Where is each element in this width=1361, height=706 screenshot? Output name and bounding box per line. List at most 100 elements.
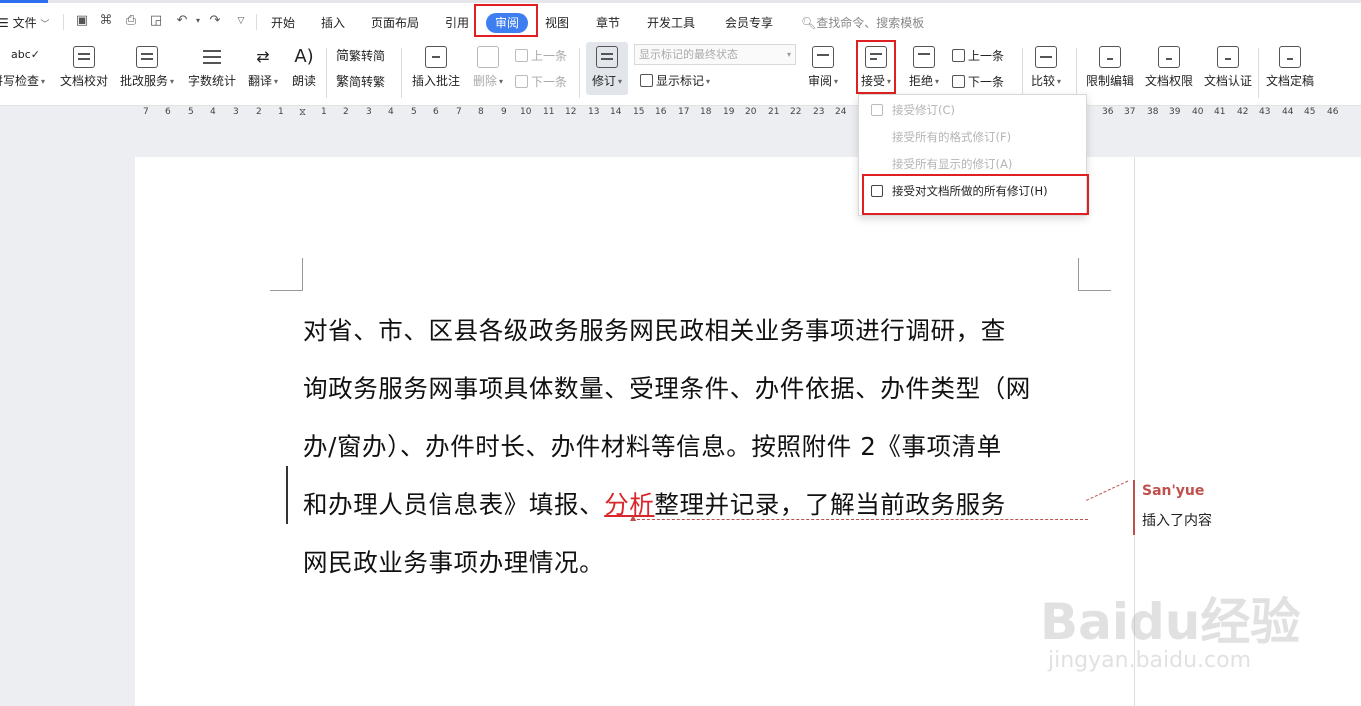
compare-button[interactable]: 比较 ▾ — [1028, 46, 1064, 89]
track-changes-text: 修订 — [591, 74, 616, 88]
indent-marker-icon[interactable]: ⧖ — [299, 107, 306, 118]
review-pane-icon — [812, 46, 834, 68]
ruler-tick: 4 — [210, 107, 216, 117]
baidu-watermark: Baidu经验 — [1040, 593, 1301, 651]
ruler-tick: 10 — [520, 107, 532, 117]
reject-icon — [913, 46, 935, 68]
horizontal-ruler[interactable]: 7 6 5 4 3 2 1 ⧖ 1 2 3 4 5 6 7 8 9 10 11 … — [0, 106, 1361, 120]
redo-icon[interactable]: ↷ — [207, 13, 223, 29]
trad-to-simp-button[interactable]: 简繁转简 — [336, 48, 385, 65]
restrict-edit-button[interactable]: 限制编辑 — [1084, 46, 1136, 88]
ruler-tick: 37 — [1124, 107, 1136, 117]
doc-proofread-label: 文档校对 — [59, 74, 108, 88]
undo-icon[interactable]: ↶ — [174, 13, 190, 29]
tab-sections[interactable]: 章节 — [596, 14, 620, 31]
tab-developer[interactable]: 开发工具 — [647, 14, 695, 31]
markup-state-select[interactable]: 显示标记的最终状态 ▾ — [634, 44, 796, 65]
divider — [326, 48, 327, 98]
tab-view[interactable]: 视图 — [545, 14, 569, 31]
accept-all-shown-label: 接受所有显示的修订(A) — [892, 157, 1013, 171]
review-pane-button[interactable]: 审阅 ▾ — [804, 46, 842, 89]
tab-home[interactable]: 开始 — [271, 14, 295, 31]
doc-permission-button[interactable]: 文档权限 — [1143, 46, 1195, 88]
search-icon: 🔍︎ — [801, 16, 817, 30]
baidu-watermark-url: jingyan.baidu.com — [1048, 648, 1252, 673]
ruler-tick: 3 — [366, 107, 372, 117]
accept-all-shown-item[interactable]: 接受所有显示的修订(A) — [863, 152, 1084, 176]
spell-check-button[interactable]: abc✓ 拼写检查▾ — [0, 46, 52, 89]
reject-button[interactable]: 拒绝 ▾ — [906, 46, 942, 89]
ruler-tick: 2 — [256, 107, 262, 117]
ruler-tick: 6 — [165, 107, 171, 117]
ruler-tick: 45 — [1304, 107, 1316, 117]
ruler-tick: 9 — [501, 107, 507, 117]
prev-change-label: 上一条 — [968, 49, 1005, 63]
insert-comment-button[interactable]: 插入批注 — [410, 46, 462, 88]
tab-page-layout[interactable]: 页面布局 — [371, 14, 419, 31]
doc-certify-label: 文档认证 — [1203, 74, 1252, 88]
divider — [1258, 48, 1259, 98]
prev-comment-button[interactable]: 上一条 — [515, 48, 567, 64]
doc-proofread-button[interactable]: 文档校对 — [58, 46, 110, 88]
divider — [256, 14, 257, 30]
document-body[interactable]: 对省、市、区县各级政务服务网民政相关业务事项进行调研，查 询政务服务网事项具体数… — [303, 302, 1093, 592]
format-painter-icon[interactable]: ⌘ — [98, 13, 114, 29]
file-menu[interactable]: ☰ 文件 ﹀ — [0, 14, 49, 31]
show-markup-label: 显示标记 — [656, 74, 705, 88]
line-text: 整理并记录，了解当前政务服务 — [654, 490, 1006, 519]
doc-finalize-button[interactable]: 文档定稿 — [1264, 46, 1316, 88]
ruler-tick: 38 — [1147, 107, 1159, 117]
ruler-tick: 44 — [1282, 107, 1294, 117]
paragraph-line: 和办理人员信息表》填报、分析整理并记录，了解当前政务服务 — [303, 476, 1093, 534]
prev-change-icon — [952, 49, 965, 62]
track-changes-icon — [596, 46, 618, 68]
next-comment-button[interactable]: 下一条 — [515, 74, 567, 90]
accept-all-formatting-item[interactable]: 接受所有的格式修订(F) — [863, 125, 1084, 149]
divider — [1076, 48, 1077, 98]
insertion-caret-icon: ▲ — [630, 513, 637, 522]
ruler-tick: 1 — [278, 107, 284, 117]
batch-service-text: 批改服务 — [119, 74, 168, 88]
review-ribbon: abc✓ 拼写检查▾ 文档校对 批改服务▾ 字数统计 ⇄ 翻译▾ A) 朗读 简… — [0, 40, 1361, 106]
review-tab-highlight — [474, 4, 538, 37]
ruler-tick: 2 — [343, 107, 349, 117]
prev-change-button[interactable]: 上一条 — [952, 48, 1004, 64]
ruler-tick: 18 — [700, 107, 712, 117]
revision-description: 插入了内容 — [1142, 513, 1212, 529]
doc-certify-button[interactable]: 文档认证 — [1202, 46, 1254, 88]
prev-comment-icon — [515, 49, 528, 62]
revision-connector-line — [632, 519, 1088, 520]
simp-to-trad-button[interactable]: 繁简转繁 — [336, 74, 385, 91]
tab-insert[interactable]: 插入 — [321, 14, 345, 31]
undo-dropdown-icon[interactable]: ▾ — [190, 13, 206, 29]
save-icon[interactable]: ▣ — [74, 13, 90, 29]
accept-revision-item[interactable]: 接受修订(C) — [863, 98, 1084, 122]
insert-comment-icon — [425, 46, 447, 68]
command-search[interactable]: 🔍︎查找命令、搜索模板 — [801, 14, 924, 31]
customize-quick-access-icon[interactable]: ▽ — [233, 13, 249, 29]
spell-check-label: 拼写检查▾ — [0, 74, 52, 89]
tab-references[interactable]: 引用 — [445, 14, 469, 31]
line-text: 和办理人员信息表》填报、 — [303, 490, 605, 519]
ruler-tick: 39 — [1169, 107, 1181, 117]
translate-button[interactable]: ⇄ 翻译 ▾ — [245, 46, 281, 89]
batch-service-button[interactable]: 批改服务 ▾ — [117, 46, 177, 89]
show-markup-button[interactable]: 显示标记 ▾ — [640, 73, 710, 90]
print-preview-icon[interactable]: ◲ — [148, 13, 164, 29]
chevron-down-icon: ▾ — [786, 50, 791, 59]
next-change-button[interactable]: 下一条 — [952, 74, 1004, 90]
track-changes-label: 修订 ▾ — [591, 74, 623, 88]
ruler-tick: 4 — [388, 107, 394, 117]
ruler-tick: 22 — [790, 107, 802, 117]
paragraph-line: 网民政业务事项办理情况。 — [303, 548, 605, 577]
read-aloud-label: 朗读 — [291, 74, 316, 88]
tab-member[interactable]: 会员专享 — [725, 14, 773, 31]
track-changes-button[interactable]: 修订 ▾ — [586, 42, 628, 95]
delete-comment-text: 删除 — [472, 74, 497, 88]
read-aloud-button[interactable]: A) 朗读 — [289, 46, 319, 88]
ruler-tick: 43 — [1259, 107, 1271, 117]
word-count-button[interactable]: 字数统计 — [186, 46, 238, 88]
delete-comment-button[interactable]: 删除 ▾ — [470, 46, 506, 89]
print-icon[interactable]: ⎙ — [123, 13, 139, 29]
doc-finalize-label: 文档定稿 — [1265, 74, 1314, 88]
